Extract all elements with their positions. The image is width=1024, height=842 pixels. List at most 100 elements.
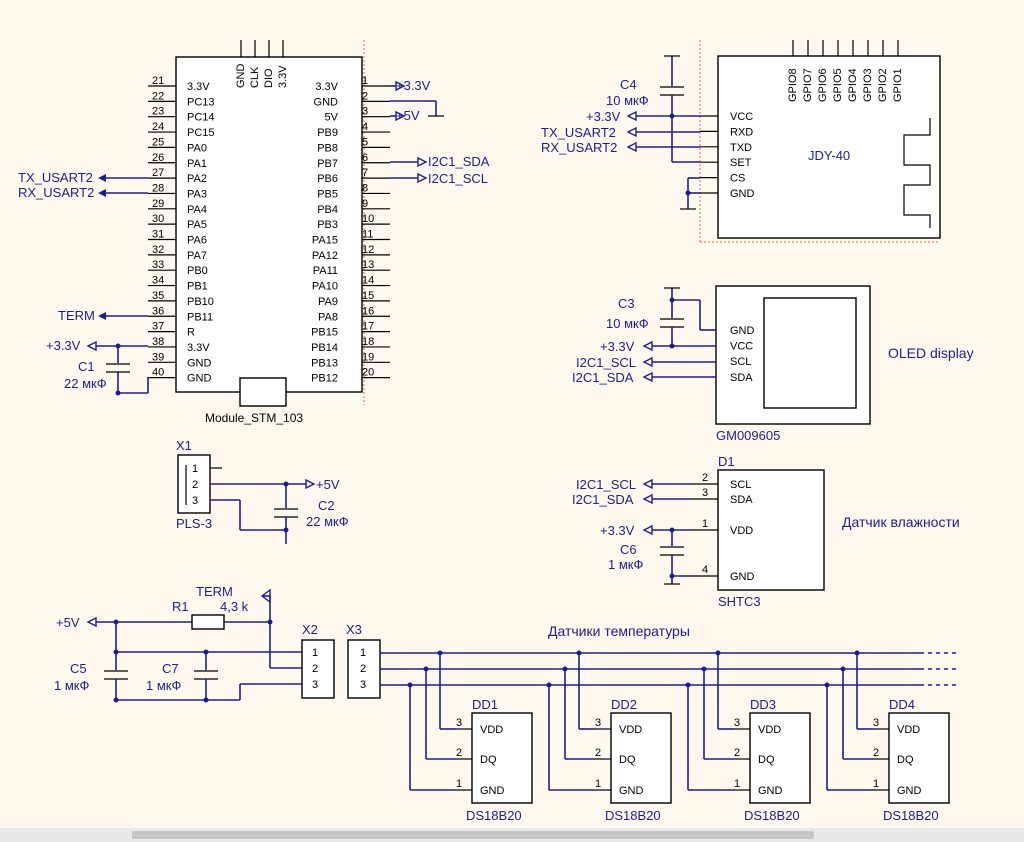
x3-pin: 2	[360, 663, 366, 675]
shtc3-sda-label: I2C1_SDA	[572, 492, 634, 507]
ds-pin-name: GND	[480, 785, 505, 797]
mcu-pin-number: 1	[362, 75, 368, 87]
ds-pin-number: 1	[595, 778, 601, 790]
mcu-pin-name: PA2	[187, 173, 207, 185]
mcu-pin-name: PA9	[318, 296, 338, 308]
jdy-gpio-label: GPIO5	[832, 68, 844, 102]
c4-value: 10 мкФ	[606, 93, 649, 108]
ds-pin-number: 3	[595, 717, 601, 729]
x1-connector: X1 PLS-3 1 2 3 +5V C2 22 мкФ	[176, 438, 349, 544]
x1-ref: X1	[176, 438, 192, 453]
jdy-pin-name: GND	[730, 188, 755, 200]
oled-sda-label: I2C1_SDA	[572, 370, 634, 385]
oled-part: GM009605	[716, 428, 780, 443]
net-5v-label: +5V	[396, 108, 420, 123]
ds-pin-name: VDD	[480, 724, 503, 736]
mcu-pin-number: 12	[362, 244, 374, 256]
mcu-pin-number: 13	[362, 259, 374, 271]
mcu-pin-number: 36	[152, 305, 164, 317]
ds-ref: DD2	[611, 697, 637, 712]
jdy-gpio-label: GPIO1	[892, 68, 904, 102]
mcu-top-pin: 3.3V	[277, 65, 289, 88]
shtc3-title: Датчик влажности	[842, 514, 960, 530]
mcu-pin-number: 2	[362, 90, 368, 102]
net-tx-label: TX_USART2	[18, 170, 93, 185]
c6-value: 1 мкФ	[608, 557, 643, 572]
ds-pin-number: 3	[734, 717, 740, 729]
mcu-pin-name: PB4	[317, 204, 338, 216]
ds-pin-number: 1	[734, 778, 740, 790]
ds18b20-sensor: DD4 DS18B20 3 VDD 2 DQ 1 GND	[824, 650, 950, 823]
mcu-pin-number: 34	[152, 275, 164, 287]
mcu-pin-number: 15	[362, 290, 374, 302]
mcu-pin-number: 20	[362, 367, 374, 379]
mcu-pin-name: PC15	[187, 127, 215, 139]
x1-pin: 2	[192, 479, 198, 491]
mcu-pin-number: 5	[362, 136, 368, 148]
mcu-pin-number: 8	[362, 182, 368, 194]
oled-module: GM009605 OLED display GND VCC SCL SDA C3 10…	[572, 285, 974, 443]
jdy-gpio-label: GPIO8	[787, 68, 799, 102]
mcu-pin-name: 5V	[325, 112, 339, 124]
mcu-top-pin: DIO	[263, 68, 275, 88]
mcu-pin-number: 17	[362, 321, 374, 333]
temp-title: Датчики температуры	[548, 623, 690, 639]
oled-pin-name: GND	[730, 325, 755, 337]
mcu-pin-name: PB10	[187, 296, 214, 308]
x1-pin: 1	[192, 463, 198, 475]
jdy-pin-name: TXD	[730, 142, 752, 154]
mcu-pin-number: 16	[362, 305, 374, 317]
shtc3-pin-name: SDA	[730, 494, 753, 506]
mcu-pin-number: 7	[362, 167, 368, 179]
net-scl-label: I2C1_SCL	[428, 171, 488, 186]
c6-ref: C6	[620, 542, 637, 557]
jdy-pin-name: CS	[730, 173, 745, 185]
oled-scl-label: I2C1_SCL	[576, 355, 636, 370]
mcu-module: GND CLK DIO 3.3V Module_STM_103 21 3.3V22…	[148, 40, 390, 425]
mcu-pin-number: 30	[152, 213, 164, 225]
x3-ref: X3	[346, 622, 362, 637]
ds-pin-name: VDD	[619, 724, 642, 736]
mcu-pin-name: PB0	[187, 265, 208, 277]
mcu-pin-number: 6	[362, 152, 368, 164]
mcu-pin-name: PB8	[317, 142, 338, 154]
ds-ref: DD3	[750, 697, 776, 712]
jdy-tx-label: TX_USART2	[541, 125, 616, 140]
scrollbar-thumb[interactable]	[132, 831, 814, 839]
mcu-pin-name: PB14	[311, 342, 338, 354]
temp-5v-label: +5V	[56, 615, 80, 630]
mcu-pin-name: PA3	[187, 188, 207, 200]
c4-ref: C4	[620, 77, 637, 92]
ds-pin-number: 2	[873, 747, 879, 759]
ds-pin-number: 1	[873, 778, 879, 790]
r1-value: 4,3 k	[220, 599, 249, 614]
mcu-pin-name: GND	[314, 96, 339, 108]
mcu-pin-number: 24	[152, 121, 164, 133]
c7-ref: C7	[162, 661, 179, 676]
oled-33v-label: +3.3V	[600, 339, 635, 354]
ds-part: DS18B20	[744, 808, 800, 823]
mcu-pin-name: PA15	[312, 235, 338, 247]
horizontal-scrollbar[interactable]	[0, 828, 1024, 842]
c1-ref: C1	[78, 359, 95, 374]
mcu-pin-number: 27	[152, 167, 164, 179]
mcu-pin-number: 35	[152, 290, 164, 302]
mcu-pin-name: 3.3V	[315, 81, 338, 93]
c3-ref: C3	[618, 296, 635, 311]
net-33v-label: +3.3V	[46, 338, 81, 353]
ds-pin-name: GND	[758, 785, 783, 797]
jdy-gpio-label: GPIO6	[817, 68, 829, 102]
mcu-pin-number: 38	[152, 336, 164, 348]
jdy-pin-name: VCC	[730, 111, 753, 123]
mcu-pin-number: 25	[152, 136, 164, 148]
mcu-top-pin: CLK	[249, 66, 261, 88]
shtc3-pin-name: GND	[730, 571, 755, 583]
ds-pin-number: 1	[456, 778, 462, 790]
x3-pin: 1	[360, 647, 366, 659]
jdy-gpio-label: GPIO3	[862, 68, 874, 102]
mcu-pin-number: 28	[152, 182, 164, 194]
mcu-top-pin: GND	[235, 64, 247, 89]
jdy-gpio-label: GPIO4	[847, 68, 859, 102]
jdy-pin-name: SET	[730, 157, 752, 169]
x3-pin: 3	[360, 679, 366, 691]
